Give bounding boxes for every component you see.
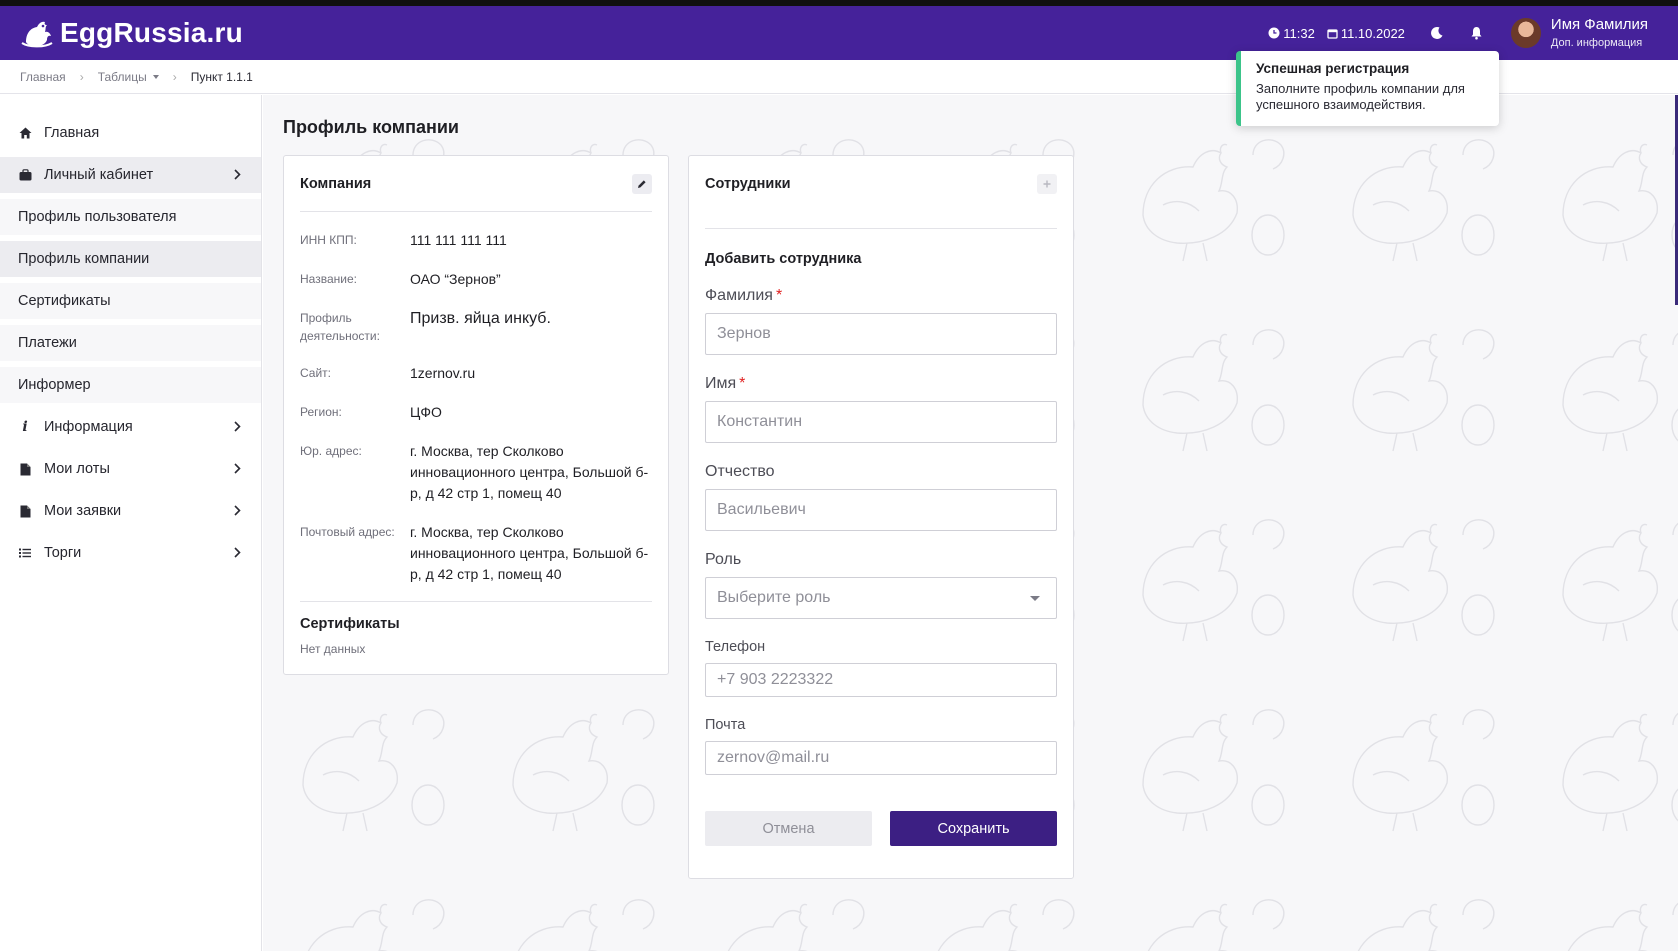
- email-label: Почта: [705, 717, 746, 733]
- notifications-button[interactable]: [1457, 26, 1497, 40]
- sidebar-item-user-profile[interactable]: Профиль пользователя: [0, 199, 261, 235]
- sidebar: Главная Личный кабинет Профиль пользоват…: [0, 95, 262, 951]
- required-mark: *: [775, 287, 783, 304]
- cancel-button[interactable]: Отмена: [705, 811, 872, 846]
- company-card: Компания ИНН КПП: 111 111 111 111 Назван…: [283, 155, 669, 675]
- sidebar-item-trades[interactable]: Торги: [0, 535, 261, 571]
- sidebar-item-payments[interactable]: Платежи: [0, 325, 261, 361]
- logo-text: EggRussia.ru: [60, 17, 243, 48]
- success-toast[interactable]: Успешная регистрация Заполните профиль к…: [1236, 51, 1499, 126]
- breadcrumb-separator-icon: ›: [79, 69, 84, 84]
- employees-card-header: Сотрудники: [705, 156, 1057, 229]
- breadcrumb-separator-icon: ›: [172, 69, 177, 84]
- clock-icon: [1268, 27, 1280, 39]
- company-card-title: Компания: [300, 175, 372, 192]
- user-menu[interactable]: Имя Фамилия Доп. информация: [1551, 17, 1648, 49]
- caret-down-icon: [152, 75, 159, 80]
- company-card-header: Компания: [300, 156, 652, 212]
- last-name-label: Фамилия *: [705, 287, 783, 304]
- email-input[interactable]: zernov@mail.ru: [705, 741, 1057, 775]
- time-display: 11:32: [1268, 26, 1315, 41]
- save-button[interactable]: Сохранить: [890, 811, 1057, 846]
- company-field-inn: ИНН КПП: 111 111 111 111: [300, 232, 507, 248]
- breadcrumb-home[interactable]: Главная: [20, 70, 66, 84]
- chevron-right-icon: [234, 169, 241, 180]
- role-label: Роль: [705, 551, 742, 568]
- company-field-region: Регион: ЦФО: [300, 404, 442, 420]
- main-content: Профиль компании Компания ИНН КПП: 111 1…: [263, 95, 1678, 951]
- last-name-input[interactable]: Зернов: [705, 313, 1057, 355]
- certificates-title: Сертификаты: [300, 616, 400, 632]
- caret-down-icon: [1030, 596, 1040, 601]
- sidebar-item-information[interactable]: i Информация: [0, 409, 261, 445]
- first-name-label: Имя *: [705, 375, 746, 392]
- chevron-right-icon: [234, 463, 241, 474]
- document-icon: [18, 462, 32, 476]
- sidebar-item-certificates[interactable]: Сертификаты: [0, 283, 261, 319]
- chevron-right-icon: [234, 421, 241, 432]
- certificates-empty: Нет данных: [300, 642, 366, 656]
- moon-icon: [1430, 26, 1443, 39]
- chevron-right-icon: [234, 505, 241, 516]
- theme-toggle[interactable]: [1417, 26, 1457, 40]
- chevron-right-icon: [234, 547, 241, 558]
- toast-title: Успешная регистрация: [1256, 61, 1410, 76]
- add-employee-title: Добавить сотрудника: [705, 251, 862, 267]
- phone-label: Телефон: [705, 639, 766, 655]
- bell-icon: [1471, 27, 1482, 40]
- company-field-legal-address: Юр. адрес: г. Москва, тер Сколково иннов…: [300, 443, 649, 501]
- home-icon: [18, 126, 32, 140]
- page-title: Профиль компании: [283, 117, 459, 137]
- sidebar-item-my-lots[interactable]: Мои лоты: [0, 451, 261, 487]
- time-text: 11:32: [1283, 25, 1315, 41]
- info-icon: i: [22, 419, 28, 435]
- employees-card: Сотрудники Добавить сотрудника Фамилия * …: [688, 155, 1074, 879]
- role-select-value: Выберите роль: [717, 589, 831, 606]
- logo[interactable]: EggRussia.ru: [20, 16, 243, 50]
- avatar[interactable]: [1510, 18, 1541, 48]
- divider: [300, 601, 652, 602]
- user-name: Имя Фамилия: [1550, 16, 1648, 34]
- calendar-icon: [1327, 28, 1338, 39]
- hen-logo-icon: [21, 21, 53, 48]
- add-employee-button[interactable]: [1037, 174, 1057, 194]
- edit-company-button[interactable]: [632, 173, 652, 194]
- sidebar-item-account[interactable]: Личный кабинет: [0, 157, 261, 193]
- company-field-activity: Профиль деятельности: Призв. яйца инкуб.: [300, 310, 551, 343]
- date-display: 11.10.2022: [1327, 26, 1405, 41]
- plus-icon: [1043, 180, 1051, 188]
- pencil-icon: [638, 179, 646, 188]
- phone-input[interactable]: +7 903 2223322: [705, 663, 1057, 697]
- company-field-site: Сайт: 1zernov.ru: [300, 365, 476, 381]
- company-field-postal-address: Почтовый адрес: г. Москва, тер Сколково …: [300, 524, 649, 582]
- first-name-input[interactable]: Константин: [705, 401, 1057, 443]
- middle-name-input[interactable]: Васильевич: [705, 489, 1057, 531]
- sidebar-item-company-profile[interactable]: Профиль компании: [0, 241, 261, 277]
- sidebar-item-home[interactable]: Главная: [0, 115, 261, 151]
- breadcrumb-current: Пункт 1.1.1: [190, 69, 253, 84]
- employees-card-title: Сотрудники: [705, 176, 791, 192]
- role-select[interactable]: Выберите роль: [705, 577, 1057, 619]
- breadcrumb-tables[interactable]: Таблицы: [98, 70, 159, 84]
- briefcase-icon: [18, 168, 32, 182]
- list-icon: [18, 546, 32, 560]
- date-text: 11.10.2022: [1340, 25, 1405, 41]
- middle-name-label: Отчество: [705, 463, 775, 480]
- required-mark: *: [739, 375, 746, 392]
- form-actions: Отмена Сохранить: [705, 811, 1057, 846]
- sidebar-item-informer[interactable]: Информер: [0, 367, 261, 403]
- toast-text: Заполните профиль компании для успешного…: [1256, 81, 1465, 112]
- document-icon: [18, 504, 32, 518]
- user-sub: Доп. информация: [1550, 36, 1643, 49]
- company-field-name: Название: ОАО “Зернов”: [300, 271, 501, 287]
- sidebar-item-my-requests[interactable]: Мои заявки: [0, 493, 261, 529]
